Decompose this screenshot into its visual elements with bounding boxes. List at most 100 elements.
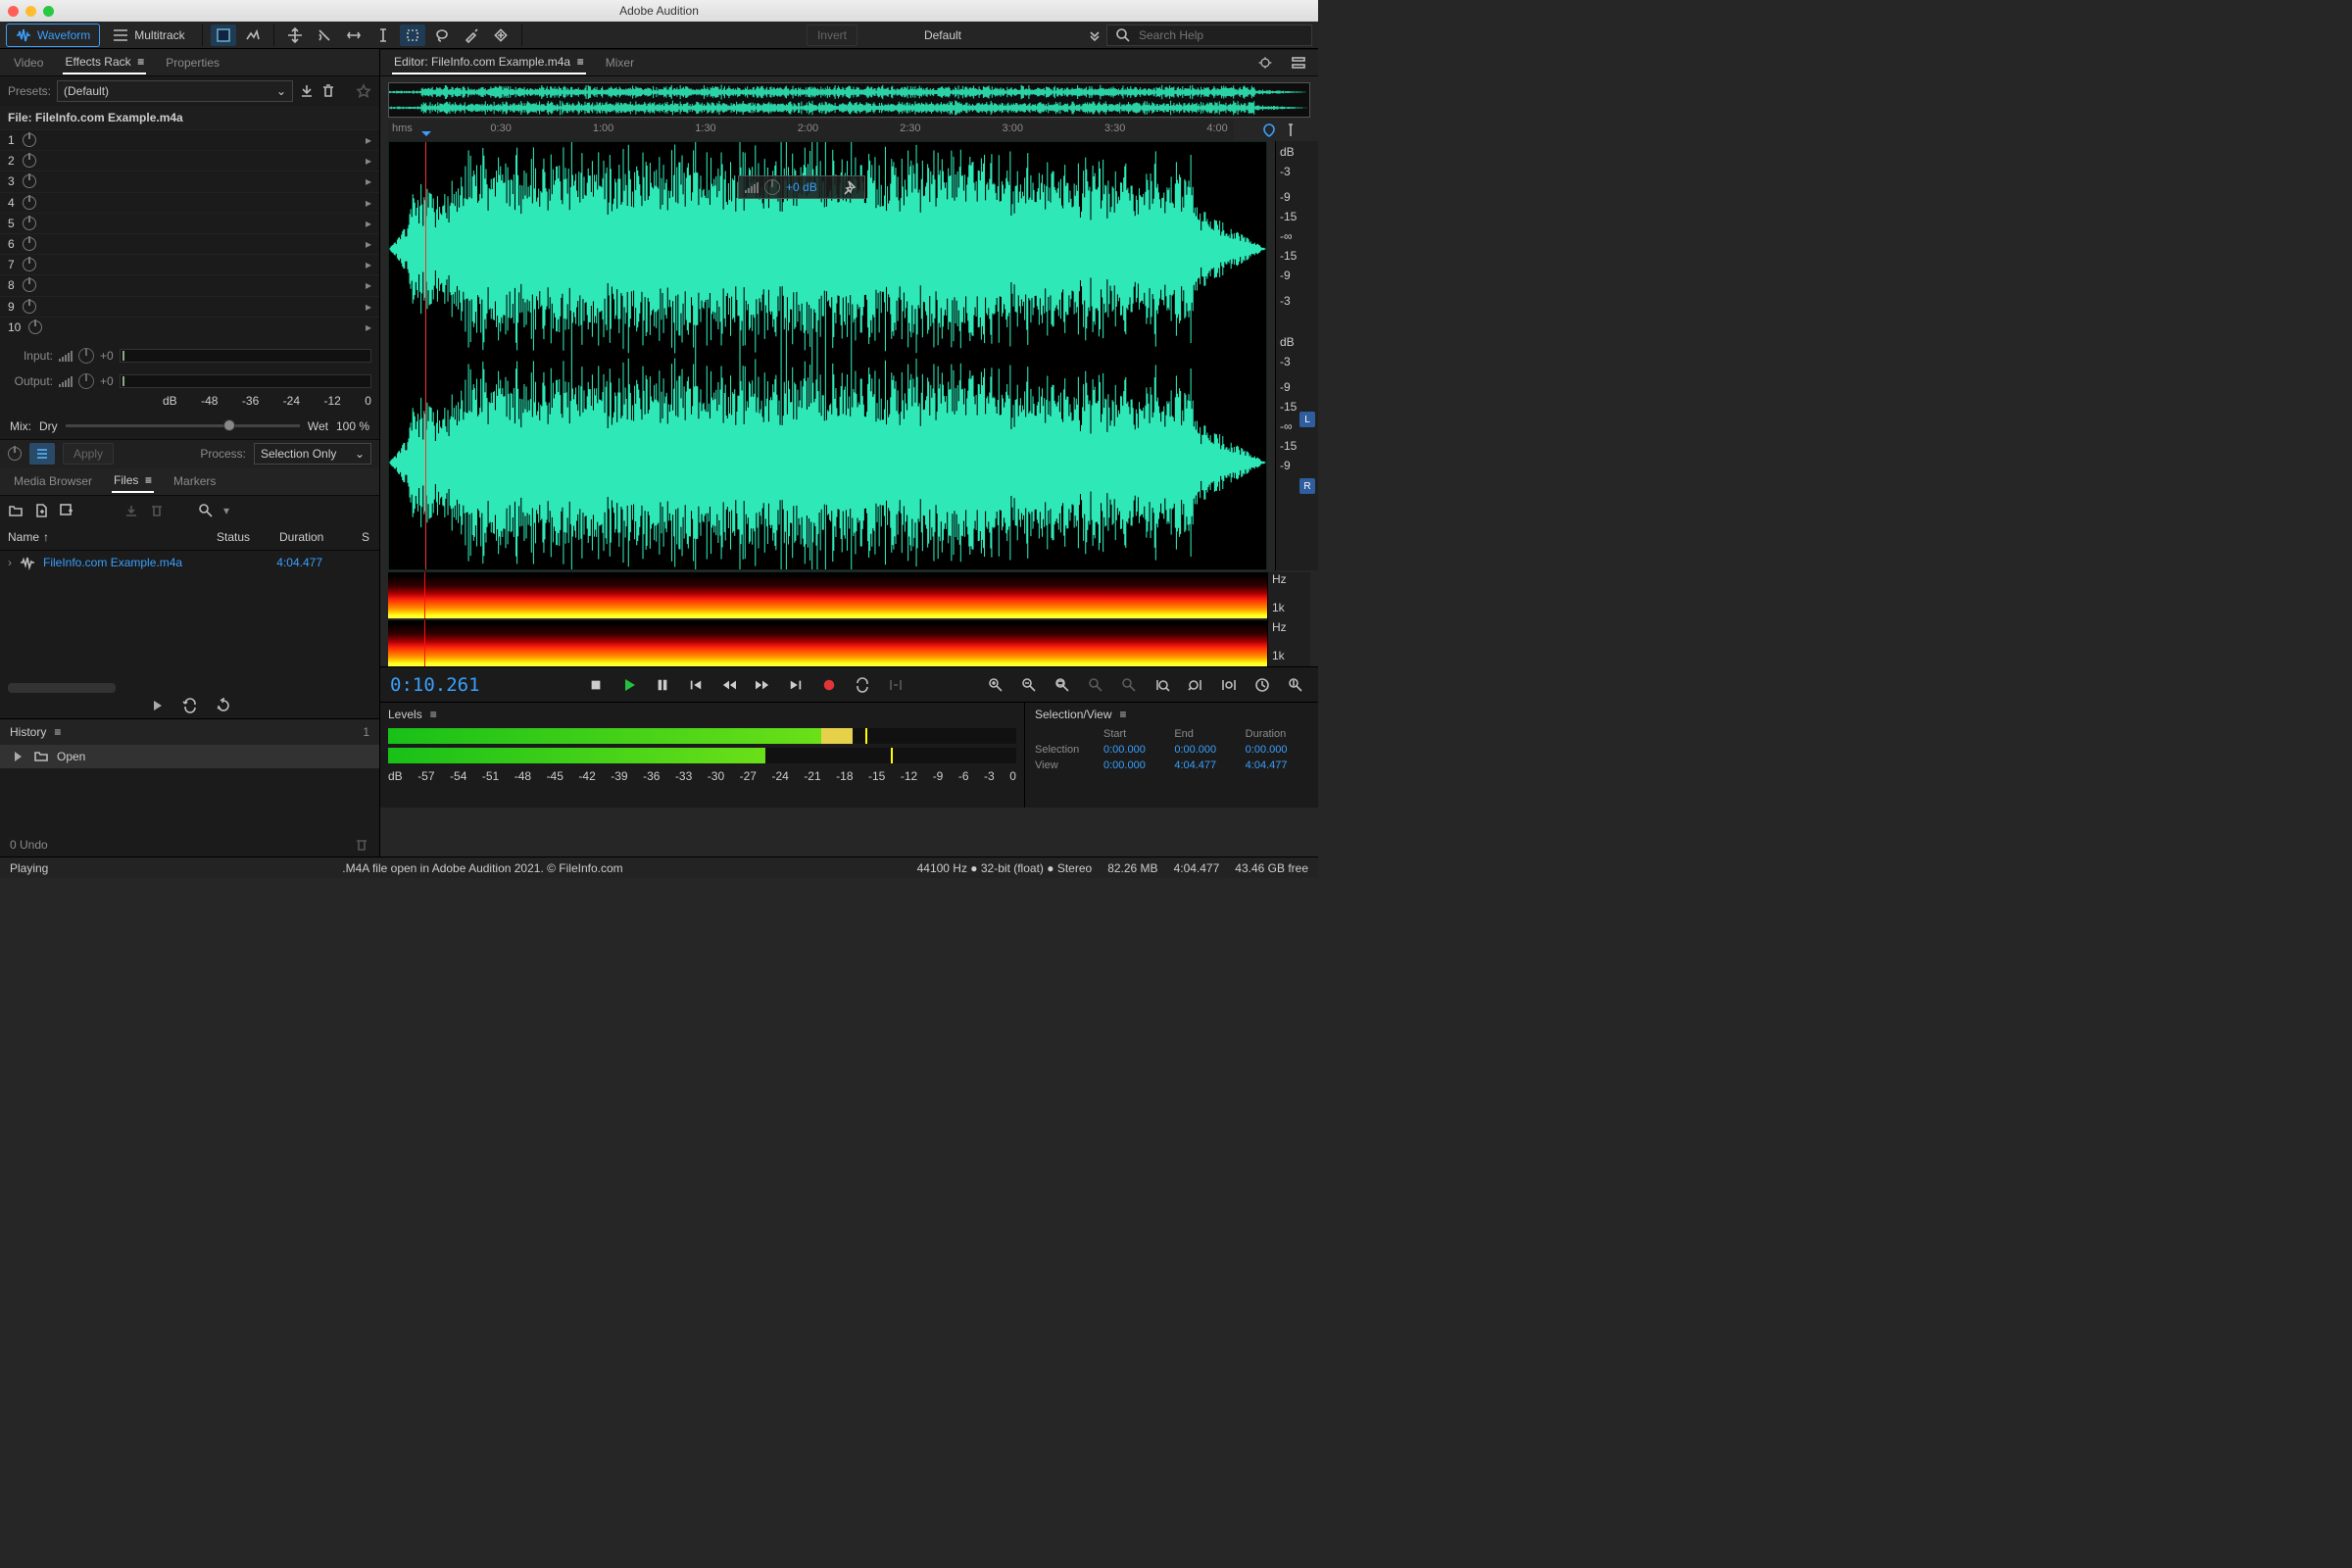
mode-multitrack-button[interactable]: Multitrack	[104, 24, 193, 46]
fx-slot[interactable]: 4▸	[0, 192, 379, 213]
fx-slot[interactable]: 1▸	[0, 129, 379, 150]
trash-icon[interactable]	[354, 837, 369, 853]
power-icon[interactable]	[23, 133, 36, 147]
pin-icon[interactable]	[1283, 122, 1298, 138]
brush-tool[interactable]	[459, 24, 484, 46]
channel-view-icon[interactable]	[1291, 55, 1306, 71]
fx-slot[interactable]: 2▸	[0, 150, 379, 171]
hud-gain[interactable]: +0 dB	[738, 175, 865, 199]
zoom-full-icon[interactable]	[1050, 674, 1075, 696]
search-input[interactable]	[1137, 27, 1303, 43]
spectral-pitch-toggle[interactable]	[240, 24, 266, 46]
sel-start[interactable]: 0:00.000	[1103, 744, 1166, 756]
power-icon[interactable]	[23, 237, 36, 251]
fx-slot[interactable]: 8▸	[0, 274, 379, 295]
maximize-icon[interactable]	[43, 6, 54, 17]
sel-end[interactable]: 0:00.000	[1174, 744, 1237, 756]
overflow-icon[interactable]	[1087, 27, 1102, 43]
rack-power-icon[interactable]	[8, 447, 22, 461]
tab-markers[interactable]: Markers	[172, 470, 218, 492]
channel-l-badge[interactable]: L	[1299, 412, 1315, 427]
window-controls[interactable]	[8, 6, 54, 17]
power-icon[interactable]	[23, 258, 36, 271]
favorite-icon[interactable]	[356, 83, 371, 99]
overview-waveform[interactable]	[388, 82, 1310, 118]
view-end[interactable]: 4:04.477	[1174, 760, 1237, 771]
output-gain-dial[interactable]	[78, 373, 94, 389]
minimize-icon[interactable]	[25, 6, 36, 17]
new-multitrack-icon[interactable]	[59, 503, 74, 518]
zoom-time-icon[interactable]	[1250, 674, 1275, 696]
open-file-icon[interactable]	[8, 503, 24, 518]
new-file-icon[interactable]	[33, 503, 49, 518]
skip-start-button[interactable]	[683, 674, 709, 696]
tab-files[interactable]: Files ≡	[112, 469, 154, 493]
tab-effects-rack[interactable]: Effects Rack ≡	[63, 51, 146, 74]
view-options-icon[interactable]	[1257, 55, 1273, 71]
time-ruler[interactable]: hms 0:30 1:00 1:30 2:00 2:30 3:00 3:30 4…	[388, 120, 1234, 141]
search-help[interactable]	[1106, 24, 1312, 46]
zoom-out-icon[interactable]	[1016, 674, 1042, 696]
healing-tool[interactable]	[488, 24, 514, 46]
panel-menu-icon[interactable]: ≡	[54, 725, 61, 739]
channel-right[interactable]	[389, 356, 1266, 569]
tab-media-browser[interactable]: Media Browser	[12, 470, 94, 492]
panel-menu-icon[interactable]: ≡	[430, 708, 437, 721]
fx-slot[interactable]: 9▸	[0, 296, 379, 317]
channel-r-badge[interactable]: R	[1299, 478, 1315, 494]
tab-mixer[interactable]: Mixer	[604, 52, 636, 74]
process-dropdown[interactable]: Selection Only⌄	[254, 443, 371, 465]
fx-slot[interactable]: 3▸	[0, 171, 379, 191]
play-button[interactable]	[616, 674, 642, 696]
close-icon[interactable]	[8, 6, 19, 17]
files-columns[interactable]: Name ↑ Status Duration S	[0, 525, 379, 551]
mix-slider[interactable]	[66, 424, 300, 427]
power-icon[interactable]	[23, 278, 36, 292]
chevron-right-icon[interactable]: ▸	[366, 133, 371, 147]
pin-icon[interactable]	[1261, 122, 1277, 138]
lasso-tool[interactable]	[429, 24, 455, 46]
move-tool[interactable]	[282, 24, 308, 46]
razor-tool[interactable]	[312, 24, 337, 46]
fx-slot[interactable]: 7▸	[0, 254, 379, 274]
zoom-out-point-icon[interactable]	[1183, 674, 1208, 696]
skip-end-button[interactable]	[783, 674, 808, 696]
gain-dial[interactable]	[764, 179, 780, 195]
view-dur[interactable]: 4:04.477	[1246, 760, 1308, 771]
preview-loop-icon[interactable]	[182, 698, 198, 713]
power-icon[interactable]	[23, 217, 36, 230]
fx-slot[interactable]: 5▸	[0, 213, 379, 233]
filter-icon[interactable]	[198, 503, 214, 518]
chevron-right-icon[interactable]: ›	[8, 556, 12, 569]
preview-play-icon[interactable]	[149, 698, 165, 713]
playhead[interactable]	[425, 142, 426, 569]
power-icon[interactable]	[23, 300, 36, 314]
input-gain-dial[interactable]	[78, 348, 94, 364]
apply-button[interactable]: Apply	[63, 443, 114, 465]
power-icon[interactable]	[23, 174, 36, 188]
zoom-range-icon[interactable]	[1216, 674, 1242, 696]
zoom-sel-icon[interactable]	[1083, 674, 1108, 696]
file-row[interactable]: › FileInfo.com Example.m4a 4:04.477	[0, 551, 379, 574]
spectrogram[interactable]: Hz 1k Hz 1k	[388, 572, 1310, 666]
trash-icon[interactable]	[149, 503, 165, 518]
view-start[interactable]: 0:00.000	[1103, 760, 1166, 771]
tab-editor[interactable]: Editor: FileInfo.com Example.m4a ≡	[392, 51, 586, 74]
playhead-marker-icon[interactable]	[421, 131, 431, 141]
save-preset-icon[interactable]	[299, 83, 315, 99]
rewind-button[interactable]	[716, 674, 742, 696]
pin-hud-icon[interactable]	[843, 179, 858, 195]
marquee-tool[interactable]	[400, 24, 425, 46]
loop-button[interactable]	[850, 674, 875, 696]
zoom-in-icon[interactable]	[983, 674, 1008, 696]
waveform-display[interactable]: +0 dB	[388, 141, 1267, 570]
power-icon[interactable]	[23, 196, 36, 210]
fx-slot[interactable]: 10▸	[0, 317, 379, 337]
stop-button[interactable]	[583, 674, 609, 696]
insert-icon[interactable]	[123, 503, 139, 518]
power-icon[interactable]	[23, 154, 36, 168]
history-item[interactable]: Open	[0, 745, 379, 768]
panel-menu-icon[interactable]: ≡	[1120, 708, 1127, 721]
files-scrollbar[interactable]	[8, 683, 116, 693]
invert-button[interactable]: Invert	[807, 24, 858, 46]
